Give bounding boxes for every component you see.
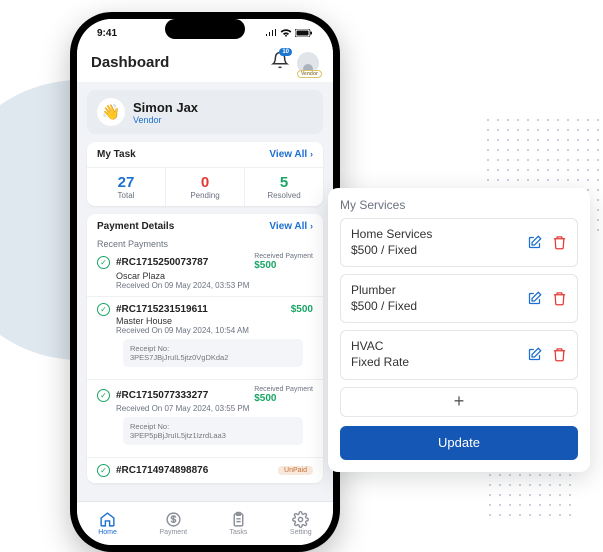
trash-icon[interactable]	[552, 235, 567, 250]
my-task-card: My Task View All › 27 Total 0 Pending 5 …	[87, 142, 323, 206]
payment-view-all[interactable]: View All ›	[269, 221, 313, 232]
notif-count-badge: 10	[279, 48, 292, 56]
wifi-icon	[280, 29, 292, 37]
tab-home[interactable]: Home	[98, 511, 117, 536]
tab-bar: Home Payment Tasks Setting	[77, 501, 333, 545]
avatar-button[interactable]: Vendor	[297, 52, 319, 74]
wave-icon: 👋	[97, 98, 125, 126]
add-service-button[interactable]: +	[340, 387, 578, 417]
update-button[interactable]: Update	[340, 426, 578, 460]
payment-amount: $500	[254, 260, 313, 271]
trash-icon[interactable]	[552, 347, 567, 362]
dollar-icon	[165, 511, 182, 528]
page-title: Dashboard	[91, 54, 169, 71]
payment-row[interactable]: ✓ #RC1714974898876 UnPaid	[87, 457, 323, 483]
notifications-button[interactable]: 10	[271, 51, 289, 74]
plus-icon: +	[454, 391, 465, 412]
profile-role: Vendor	[133, 115, 198, 125]
avatar-role-badge: Vendor	[297, 70, 322, 78]
my-task-view-all[interactable]: View All ›	[269, 149, 313, 160]
payment-row[interactable]: ✓ #RC1715231519611 $500 Master House Rec…	[87, 296, 323, 379]
status-time: 9:41	[97, 28, 117, 39]
check-circle-icon: ✓	[97, 464, 110, 477]
my-task-title: My Task	[97, 149, 136, 160]
receipt-box: Receipt No: 3PES7JBjJruIL5jtz0VgDKda2	[123, 339, 303, 367]
profile-card[interactable]: 👋 Simon Jax Vendor	[87, 90, 323, 134]
service-row: Home Services $500 / Fixed	[340, 218, 578, 267]
tab-payment[interactable]: Payment	[159, 511, 187, 536]
unpaid-badge: UnPaid	[278, 466, 313, 475]
profile-name: Simon Jax	[133, 100, 198, 115]
phone-notch	[165, 19, 245, 39]
edit-icon[interactable]	[527, 347, 542, 362]
tab-tasks[interactable]: Tasks	[230, 511, 248, 536]
status-indicators	[265, 29, 313, 37]
tab-setting[interactable]: Setting	[290, 511, 312, 536]
stat-total[interactable]: 27 Total	[87, 168, 166, 206]
home-icon	[99, 511, 116, 528]
payment-details-card: Payment Details View All › Recent Paymen…	[87, 214, 323, 483]
clipboard-icon	[230, 511, 247, 528]
check-circle-icon: ✓	[97, 389, 110, 402]
app-header: Dashboard 10 Vendor	[77, 45, 333, 82]
phone-mockup: 9:41 Dashboard 10 Vendor	[70, 12, 340, 552]
phone-screen: 9:41 Dashboard 10 Vendor	[77, 19, 333, 545]
service-row: HVAC Fixed Rate	[340, 330, 578, 379]
receipt-box: Receipt No: 3PEP5pBjJruIL5jtz1IzrdLaa3	[123, 417, 303, 445]
edit-icon[interactable]	[527, 291, 542, 306]
payment-amount: $500	[291, 304, 313, 315]
trash-icon[interactable]	[552, 291, 567, 306]
service-row: Plumber $500 / Fixed	[340, 274, 578, 323]
edit-icon[interactable]	[527, 235, 542, 250]
signal-icon	[265, 29, 277, 37]
my-services-panel: My Services Home Services $500 / Fixed P…	[328, 188, 590, 472]
payment-row[interactable]: ✓ #RC1715250073787 Received Payment $500…	[87, 253, 323, 296]
stat-resolved[interactable]: 5 Resolved	[245, 168, 323, 206]
my-services-title: My Services	[340, 198, 578, 212]
check-circle-icon: ✓	[97, 256, 110, 269]
check-circle-icon: ✓	[97, 303, 110, 316]
battery-icon	[295, 29, 313, 37]
payment-title: Payment Details	[97, 221, 174, 232]
recent-payments-label: Recent Payments	[87, 239, 323, 253]
gear-icon	[292, 511, 309, 528]
stat-pending[interactable]: 0 Pending	[166, 168, 245, 206]
payment-row[interactable]: ✓ #RC1715077333277 Received Payment $500…	[87, 379, 323, 457]
payment-amount: $500	[254, 393, 313, 404]
